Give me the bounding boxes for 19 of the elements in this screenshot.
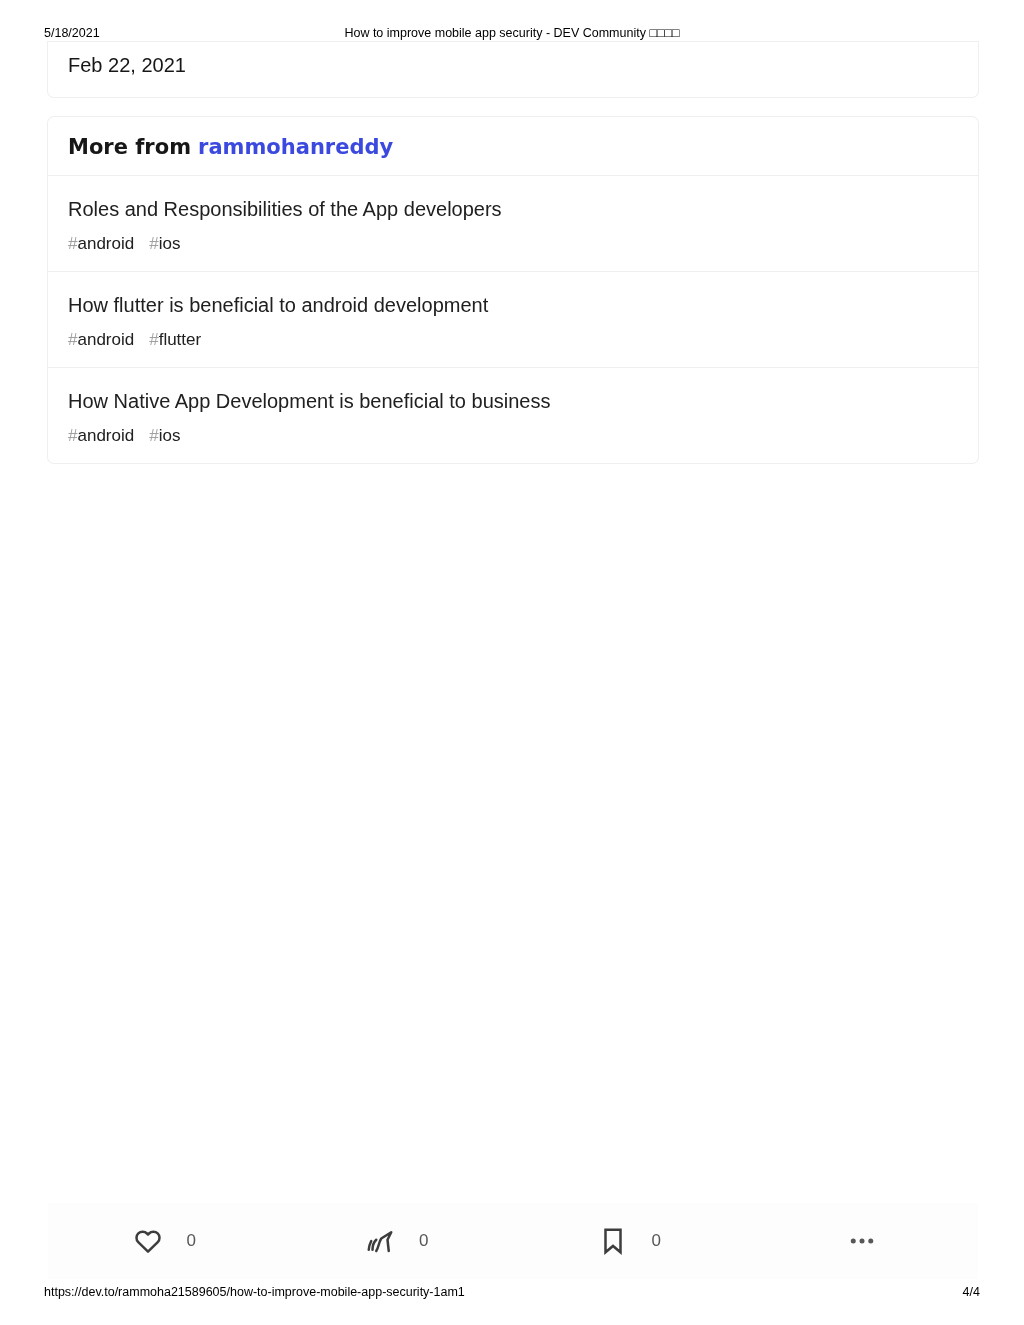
- print-date: 5/18/2021: [44, 25, 101, 40]
- tag-link[interactable]: #android: [68, 330, 135, 350]
- page-number: 4/4: [962, 1285, 980, 1299]
- section-heading: More from: [68, 135, 192, 159]
- tag-link[interactable]: #ios: [149, 234, 181, 254]
- tag-link[interactable]: #android: [68, 234, 135, 254]
- tag-link[interactable]: #android: [68, 426, 135, 446]
- reaction-count: 0: [651, 1231, 661, 1251]
- publish-date: Feb 22, 2021: [68, 54, 187, 77]
- page-title: How to improve mobile app security - DEV Community □□□□: [344, 25, 680, 40]
- article-link[interactable]: How flutter is beneficial to android development: [68, 294, 489, 317]
- article-link[interactable]: How Native App Development is beneficial to business: [68, 390, 551, 413]
- article-link[interactable]: Roles and Responsibilities of the App developers: [68, 198, 502, 221]
- reaction-count: 0: [186, 1231, 196, 1251]
- reaction-count: 0: [419, 1231, 429, 1251]
- page-url: https://dev.to/rammoha21589605/how-to-improve-mobile-app-security-1am1: [44, 1285, 465, 1299]
- author-link[interactable]: rammohanreddy: [198, 135, 394, 159]
- tag-link[interactable]: #flutter: [149, 330, 202, 350]
- tag-link[interactable]: #ios: [149, 426, 181, 446]
